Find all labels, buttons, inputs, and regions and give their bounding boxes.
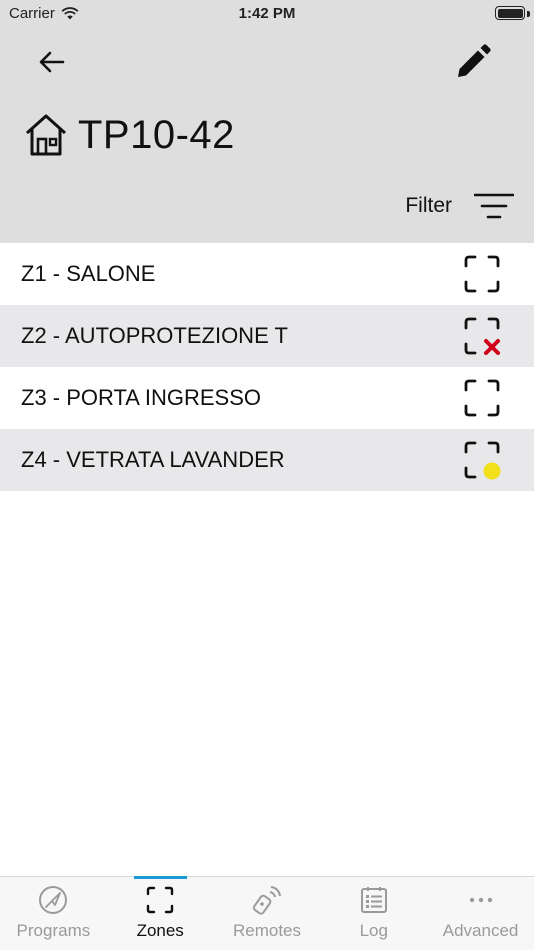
tab-remotes[interactable]: Remotes <box>214 877 321 950</box>
house-icon <box>25 114 67 156</box>
battery-nub <box>527 11 530 17</box>
tab-advanced[interactable]: Advanced <box>427 877 534 950</box>
header: Carrier 1:42 PM TP10-42 Filter <box>0 0 534 243</box>
zone-row[interactable]: Z2 - AUTOPROTEZIONE T <box>0 305 534 367</box>
pencil-icon <box>458 44 491 77</box>
tab-programs[interactable]: Programs <box>0 877 107 950</box>
status-bar: Carrier 1:42 PM <box>0 0 534 30</box>
log-icon <box>357 883 391 917</box>
remotes-icon <box>250 883 284 917</box>
zone-error-icon <box>464 317 500 355</box>
battery-icon <box>495 6 525 20</box>
zone-label: Z4 - VETRATA LAVANDER <box>21 447 285 472</box>
site-title-row: TP10-42 <box>24 108 235 162</box>
arrow-left-icon <box>39 51 65 73</box>
programs-icon <box>36 883 70 917</box>
tab-label: Zones <box>136 921 184 940</box>
edit-button[interactable] <box>452 40 494 84</box>
site-title: TP10-42 <box>78 112 235 157</box>
zone-frame-icon <box>464 255 500 293</box>
tab-label: Remotes <box>232 921 301 940</box>
zone-label: Z1 - SALONE <box>21 261 156 286</box>
zone-frame-icon <box>464 379 500 417</box>
zone-row[interactable]: Z1 - SALONE <box>0 243 534 305</box>
tab-bar: Programs Zones Remotes Log Advanced <box>0 876 534 950</box>
tab-zones[interactable]: Zones <box>107 876 214 950</box>
tab-label: Advanced <box>442 921 519 940</box>
zone-row[interactable]: Z4 - VETRATA LAVANDER <box>0 429 534 491</box>
tab-log[interactable]: Log <box>320 877 427 950</box>
filter-label: Filter <box>405 194 452 217</box>
clock: 1:42 PM <box>238 5 296 22</box>
filter-button[interactable]: Filter <box>405 186 514 226</box>
tab-label: Log <box>359 921 388 940</box>
zone-label: Z2 - AUTOPROTEZIONE T <box>21 323 288 348</box>
back-button[interactable] <box>32 44 72 80</box>
zone-label: Z3 - PORTA INGRESSO <box>21 385 262 410</box>
filter-icon <box>474 193 514 219</box>
zone-row[interactable]: Z3 - PORTA INGRESSO <box>0 367 534 429</box>
more-icon <box>464 883 498 917</box>
zone-warning-icon <box>464 441 501 480</box>
zones-icon <box>143 883 177 917</box>
zone-list: Z1 - SALONE Z2 - AUTOPROTEZIONE T Z3 - P… <box>0 243 534 491</box>
tab-label: Programs <box>16 921 91 940</box>
